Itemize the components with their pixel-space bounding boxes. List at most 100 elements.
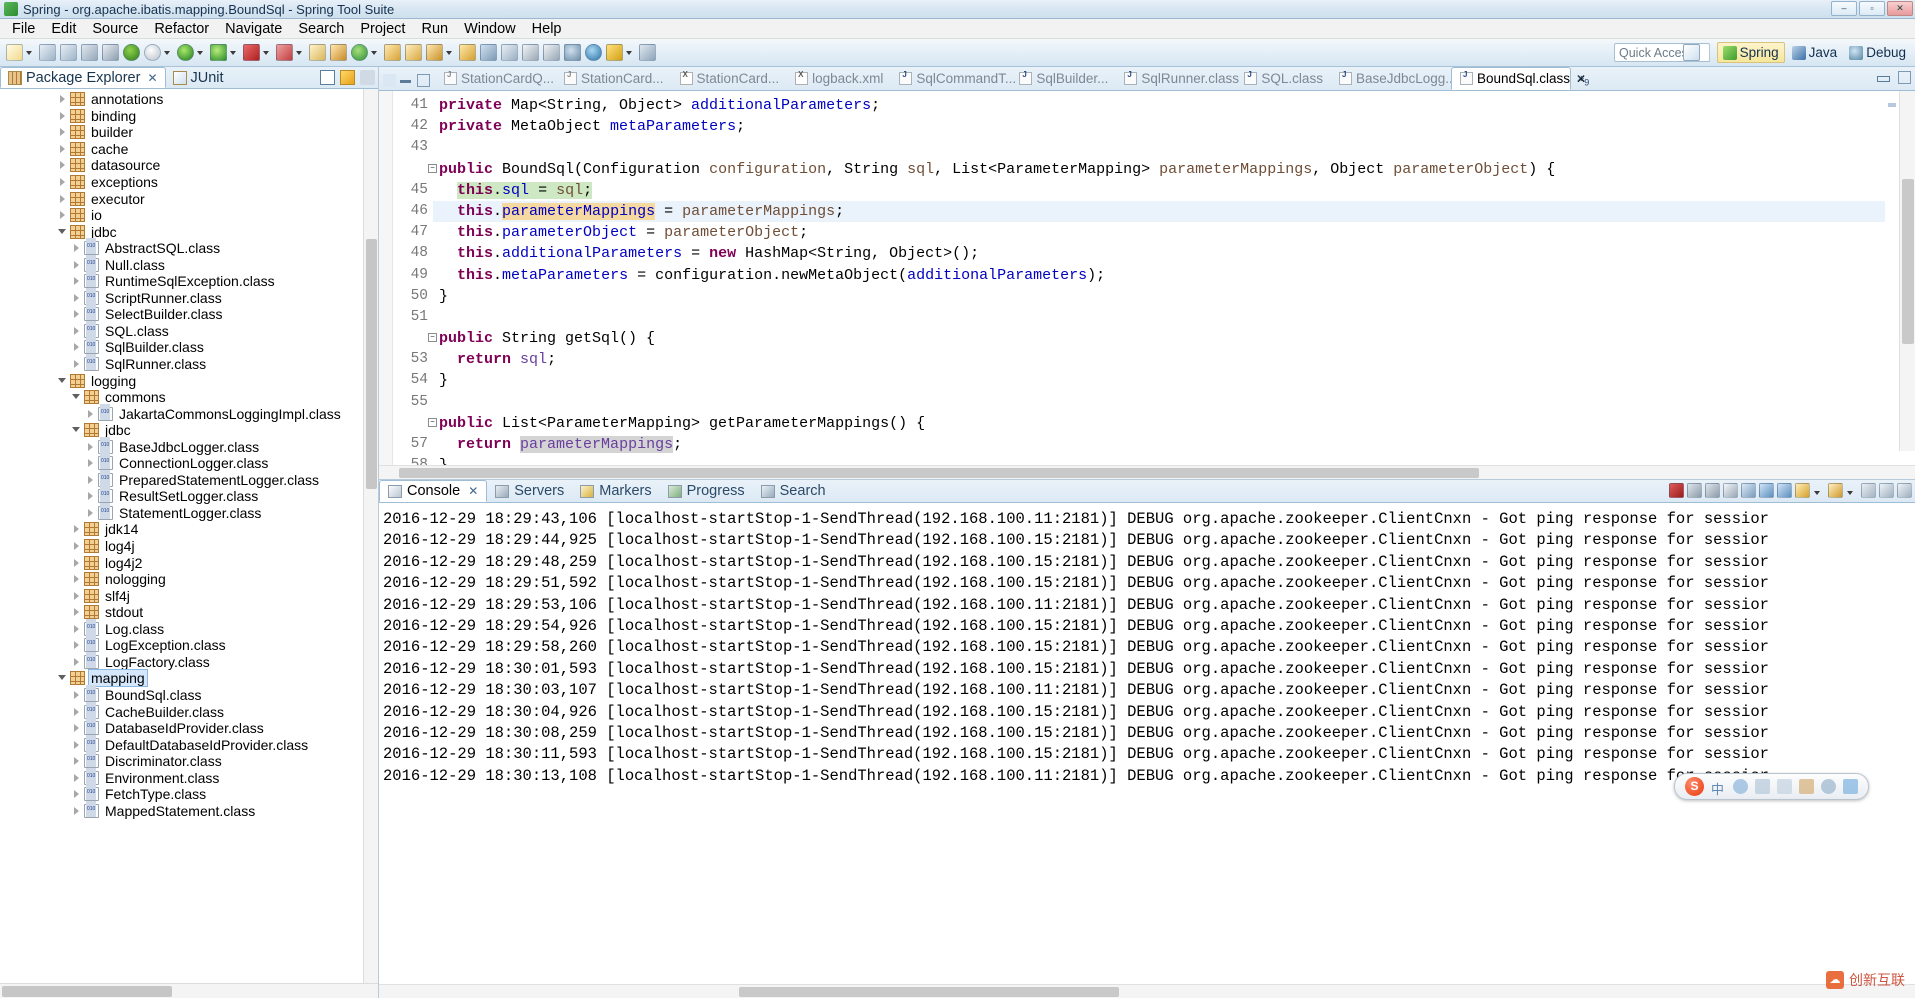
tree-horizontal-scrollbar[interactable] (0, 983, 378, 998)
tree-node-statementlogger-class[interactable]: StatementLogger.class (0, 505, 378, 522)
perspective-java[interactable]: Java (1787, 42, 1843, 63)
refresh-icon[interactable] (351, 44, 368, 61)
run-last-icon[interactable] (276, 44, 293, 61)
tree-node-discriminator-class[interactable]: Discriminator.class (0, 753, 378, 770)
menu-item-window[interactable]: Window (456, 20, 524, 38)
terminate-icon[interactable] (1669, 483, 1684, 498)
chevron-right-icon[interactable] (56, 109, 70, 123)
console-output[interactable]: 2016-12-29 18:29:43,106 [localhost-start… (379, 503, 1915, 984)
menu-item-project[interactable]: Project (352, 20, 413, 38)
editor-tab-boundsqlclass[interactable]: BoundSql.class✕ (1451, 67, 1571, 90)
code-line[interactable]: return sql; (433, 349, 1915, 370)
toolbox-icon[interactable] (1799, 779, 1814, 794)
menu-item-help[interactable]: Help (524, 20, 570, 38)
chevron-right-icon[interactable] (70, 274, 84, 288)
chevron-down-icon[interactable] (56, 374, 70, 388)
editor-tab-sqlclass[interactable]: SQL.class (1236, 67, 1331, 90)
open-console-dropdown-icon[interactable] (1846, 484, 1855, 498)
tree-node-defaultdatabaseidprovider-class[interactable]: DefaultDatabaseIdProvider.class (0, 736, 378, 753)
chevron-right-icon[interactable] (56, 208, 70, 222)
tree-node-sqlrunner-class[interactable]: SqlRunner.class (0, 356, 378, 373)
tree-node-basejdbclogger-class[interactable]: BaseJdbcLogger.class (0, 438, 378, 455)
menu-item-refactor[interactable]: Refactor (146, 20, 217, 38)
code-line[interactable]: } (433, 455, 1915, 465)
code-line[interactable]: private Map<String, Object> additionalPa… (433, 95, 1915, 116)
view-tab-package-explorer[interactable]: Package Explorer✕ (0, 67, 166, 88)
tree-hscroll-thumb[interactable] (2, 986, 172, 997)
run-icon[interactable] (177, 44, 194, 61)
menu-item-search[interactable]: Search (290, 20, 352, 38)
run-as-dropdown-icon[interactable] (229, 44, 238, 61)
maximize-button[interactable]: ▫ (1859, 1, 1885, 16)
tree-node-nologging[interactable]: nologging (0, 571, 378, 588)
minimize-icon[interactable] (1879, 483, 1894, 498)
tree-node-mapping[interactable]: mapping (0, 670, 378, 687)
console-tab-progress[interactable]: Progress (660, 480, 753, 502)
chevron-right-icon[interactable] (70, 241, 84, 255)
tree-node-log4j2[interactable]: log4j2 (0, 554, 378, 571)
pin-console-icon[interactable] (1777, 483, 1792, 498)
editor-minimize-icon[interactable] (400, 74, 413, 87)
chevron-right-icon[interactable] (70, 804, 84, 818)
tree-node-scriptrunner-class[interactable]: ScriptRunner.class (0, 290, 378, 307)
chevron-down-icon[interactable] (70, 390, 84, 404)
tree-node-commons[interactable]: commons (0, 389, 378, 406)
menu-item-edit[interactable]: Edit (43, 20, 84, 38)
code-line[interactable] (433, 307, 1915, 328)
code-line[interactable]: public BoundSql(Configuration configurat… (433, 159, 1915, 180)
pencil-icon[interactable] (426, 44, 443, 61)
tree-node-runtimesqlexception-class[interactable]: RuntimeSqlException.class (0, 273, 378, 290)
code-line[interactable]: } (433, 286, 1915, 307)
display-selected-console-icon[interactable] (1795, 483, 1810, 498)
keyboard-icon[interactable] (1777, 779, 1792, 794)
editor-vscroll-thumb[interactable] (1902, 179, 1914, 344)
build-dropdown-icon[interactable] (163, 44, 172, 61)
maximize-icon[interactable] (1897, 483, 1912, 498)
chevron-down-icon[interactable] (56, 671, 70, 685)
pencil-dropdown-icon[interactable] (445, 44, 454, 61)
editor-maximize-icon[interactable] (417, 74, 430, 87)
tree-node-null-class[interactable]: Null.class (0, 256, 378, 273)
chevron-right-icon[interactable] (70, 754, 84, 768)
chevron-right-icon[interactable] (70, 556, 84, 570)
chevron-right-icon[interactable] (84, 489, 98, 503)
editor-tab-sqlbuilder[interactable]: SqlBuilder... (1011, 67, 1116, 90)
tree-node-logexception-class[interactable]: LogException.class (0, 637, 378, 654)
view-menu-icon[interactable] (1861, 483, 1876, 498)
editor-hscroll-thumb[interactable] (399, 468, 1479, 478)
console-tab-console[interactable]: Console✕ (379, 480, 487, 502)
open-perspective-icon[interactable] (1683, 44, 1700, 61)
word-wrap-icon[interactable] (1759, 483, 1774, 498)
tree-node-sql-class[interactable]: SQL.class (0, 323, 378, 340)
moon-icon[interactable] (1733, 779, 1748, 794)
menu-item-run[interactable]: Run (413, 20, 456, 38)
run-as-icon[interactable] (210, 44, 227, 61)
chevron-right-icon[interactable] (70, 340, 84, 354)
console-horizontal-scrollbar[interactable] (379, 984, 1915, 998)
print-icon[interactable] (81, 44, 98, 61)
new-package-icon[interactable] (330, 44, 347, 61)
chevron-right-icon[interactable] (70, 738, 84, 752)
chevron-right-icon[interactable] (70, 307, 84, 321)
editor-tab-sqlrunnerclass[interactable]: SqlRunner.class (1116, 67, 1236, 90)
scroll-lock-icon[interactable] (1741, 483, 1756, 498)
tree-node-annotations[interactable]: annotations (0, 91, 378, 108)
chevron-right-icon[interactable] (70, 705, 84, 719)
pinyin-icon[interactable] (1755, 779, 1770, 794)
code-line[interactable]: this.parameterMappings = parameterMappin… (433, 201, 1915, 222)
close-button[interactable]: ✕ (1887, 1, 1913, 16)
save-icon[interactable] (39, 44, 56, 61)
console-tab-search[interactable]: Search (753, 480, 834, 502)
bookmark-icon[interactable] (480, 44, 497, 61)
menu-item-navigate[interactable]: Navigate (217, 20, 290, 38)
minimize-button[interactable]: – (1831, 1, 1857, 16)
tree-node-environment-class[interactable]: Environment.class (0, 769, 378, 786)
code-line[interactable] (433, 137, 1915, 158)
remove-all-terminated-icon[interactable] (1705, 483, 1720, 498)
globe-icon[interactable] (585, 44, 602, 61)
boot-icon[interactable] (639, 44, 656, 61)
close-icon[interactable]: ✕ (468, 484, 478, 498)
remove-launch-icon[interactable] (1687, 483, 1702, 498)
editor-tab-stationcard[interactable]: StationCard... (672, 67, 788, 90)
chevron-right-icon[interactable] (70, 622, 84, 636)
